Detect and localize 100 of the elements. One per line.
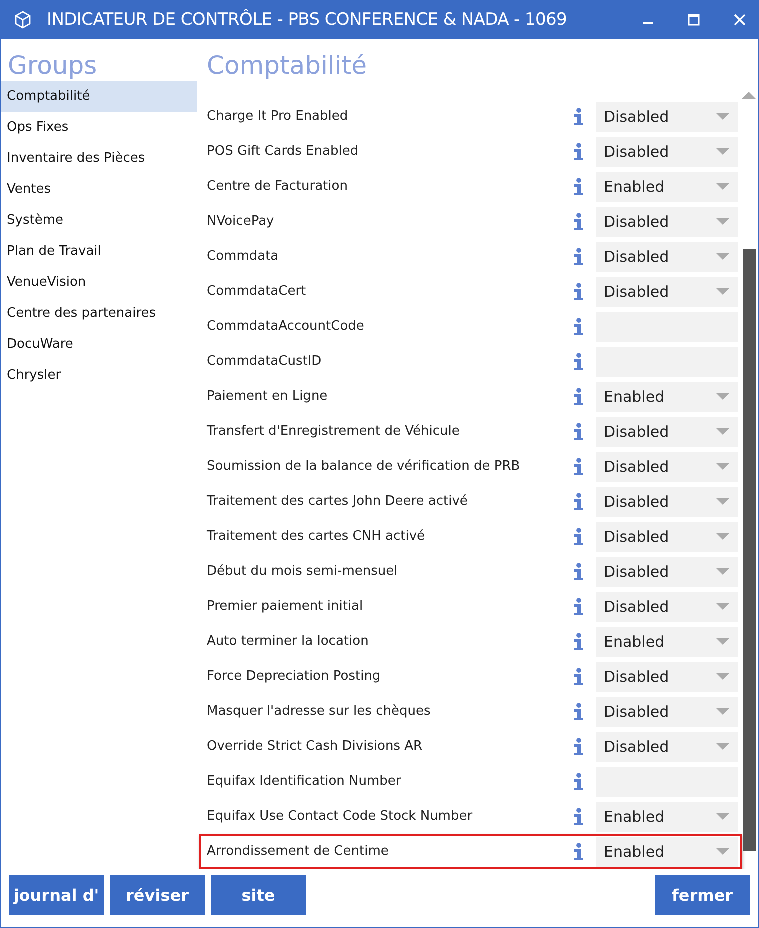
info-icon[interactable]: [573, 212, 585, 230]
value-dropdown[interactable]: Enabled: [596, 382, 738, 412]
caret-icon: [716, 148, 730, 156]
info-icon[interactable]: [573, 352, 585, 370]
info-icon[interactable]: [573, 142, 585, 160]
section-heading: Comptabilité: [206, 51, 368, 81]
setting-label: POS Gift Cards Enabled: [207, 144, 360, 159]
value-dropdown[interactable]: Disabled: [596, 486, 738, 516]
value-dropdown[interactable]: Disabled: [596, 696, 738, 726]
value-dropdown[interactable]: Disabled: [596, 522, 738, 552]
sidebar-item[interactable]: Chrysler: [1, 360, 197, 391]
caret-icon: [716, 498, 730, 506]
info-icon[interactable]: [573, 528, 585, 546]
sidebar-item[interactable]: Comptabilité: [1, 81, 197, 112]
value-dropdown[interactable]: Disabled: [596, 556, 738, 586]
setting-label: Centre de Facturation: [207, 179, 349, 194]
value-dropdown[interactable]: Disabled: [596, 276, 738, 306]
info-icon[interactable]: [573, 318, 585, 336]
setting-label: Paiement en Ligne: [207, 389, 329, 404]
info-icon[interactable]: [573, 458, 585, 476]
value-dropdown[interactable]: Disabled: [596, 136, 738, 166]
caret-icon: [716, 392, 730, 400]
info-icon[interactable]: [573, 668, 585, 686]
info-icon[interactable]: [573, 388, 585, 406]
caret-icon: [716, 428, 730, 436]
caret-icon: [716, 638, 730, 646]
value-dropdown[interactable]: Enabled: [596, 172, 738, 202]
caret-icon: [716, 742, 730, 750]
setting-label: Equifax Use Contact Code Stock Number: [207, 809, 474, 824]
setting-label: Charge It Pro Enabled: [207, 109, 350, 124]
sidebar-item[interactable]: Système: [1, 205, 197, 236]
setting-label: Traitement des cartes John Deere activé: [207, 494, 469, 509]
setting-label: Soumission de la balance de vérification de PRB: [207, 459, 522, 474]
caret-icon: [716, 288, 730, 296]
caret-icon: [716, 568, 730, 576]
setting-label: Début du mois semi-mensuel: [207, 564, 399, 579]
info-icon[interactable]: [573, 738, 585, 756]
action-button[interactable]: réviser: [110, 875, 205, 915]
setting-label: Premier paiement initial: [207, 599, 364, 614]
caret-icon: [716, 672, 730, 680]
setting-label: Arrondissement de Centime: [207, 844, 390, 859]
info-icon[interactable]: [573, 842, 585, 860]
setting-label: Traitement des cartes CNH activé: [207, 529, 426, 544]
setting-label: CommdataAccountCode: [207, 319, 366, 334]
sidebar-item[interactable]: Plan de Travail: [1, 236, 197, 267]
caret-icon: [716, 602, 730, 610]
sidebar-item[interactable]: DocuWare: [1, 329, 197, 360]
value-dropdown[interactable]: Enabled: [596, 802, 738, 832]
value-dropdown[interactable]: Disabled: [596, 732, 738, 762]
sidebar-item[interactable]: Ventes: [1, 174, 197, 205]
sidebar-item[interactable]: Inventaire des Pièces: [1, 143, 197, 174]
value-dropdown[interactable]: Disabled: [596, 242, 738, 272]
info-icon[interactable]: [573, 562, 585, 580]
value-dropdown[interactable]: Enabled: [596, 836, 738, 866]
caret-icon: [716, 112, 730, 120]
info-icon[interactable]: [573, 632, 585, 650]
info-icon[interactable]: [573, 108, 585, 126]
setting-label: Transfert d'Enregistrement de Véhicule: [207, 424, 461, 439]
sidebar-item[interactable]: Centre des partenaires: [1, 298, 197, 329]
setting-label: Force Depreciation Posting: [207, 669, 382, 684]
info-icon[interactable]: [573, 282, 585, 300]
close-icon[interactable]: [734, 14, 746, 26]
setting-label: Masquer l'adresse sur les chèques: [207, 704, 432, 719]
setting-label: CommdataCert: [207, 284, 308, 299]
caret-icon: [716, 532, 730, 540]
value-dropdown[interactable]: Disabled: [596, 452, 738, 482]
info-icon[interactable]: [573, 808, 585, 826]
scroll-up-icon[interactable]: [742, 91, 756, 99]
setting-label: Commdata: [207, 249, 280, 264]
value-dropdown[interactable]: Disabled: [596, 592, 738, 622]
info-icon[interactable]: [573, 422, 585, 440]
sidebar-item[interactable]: VenueVision: [1, 267, 197, 298]
scrollbar-thumb[interactable]: [743, 249, 756, 851]
value-dropdown[interactable]: Disabled: [596, 102, 738, 132]
info-icon[interactable]: [573, 772, 585, 790]
close-button[interactable]: fermer: [655, 875, 750, 915]
caret-icon: [716, 218, 730, 226]
action-button[interactable]: site: [211, 875, 306, 915]
value-dropdown[interactable]: Disabled: [596, 662, 738, 692]
setting-label: Auto terminer la location: [207, 634, 370, 649]
caret-icon: [716, 812, 730, 820]
value-dropdown[interactable]: Enabled: [596, 626, 738, 656]
info-icon[interactable]: [573, 248, 585, 266]
caret-icon: [716, 708, 730, 716]
action-button[interactable]: journal d': [9, 875, 104, 915]
info-icon[interactable]: [573, 492, 585, 510]
window-title: INDICATEUR DE CONTRÔLE - PBS CONFERENCE & NADA - 1069: [47, 10, 568, 30]
info-icon[interactable]: [573, 598, 585, 616]
caret-icon: [716, 252, 730, 260]
setting-label: Equifax Identification Number: [207, 774, 402, 789]
setting-label: CommdataCustID: [207, 354, 323, 369]
caret-icon: [716, 848, 730, 856]
maximize-icon[interactable]: [688, 14, 700, 26]
info-icon[interactable]: [573, 702, 585, 720]
value-dropdown[interactable]: Disabled: [596, 416, 738, 446]
info-icon[interactable]: [573, 178, 585, 196]
value-dropdown[interactable]: Disabled: [596, 206, 738, 236]
caret-icon: [716, 462, 730, 470]
sidebar-item[interactable]: Ops Fixes: [1, 112, 197, 143]
caret-icon: [716, 182, 730, 190]
